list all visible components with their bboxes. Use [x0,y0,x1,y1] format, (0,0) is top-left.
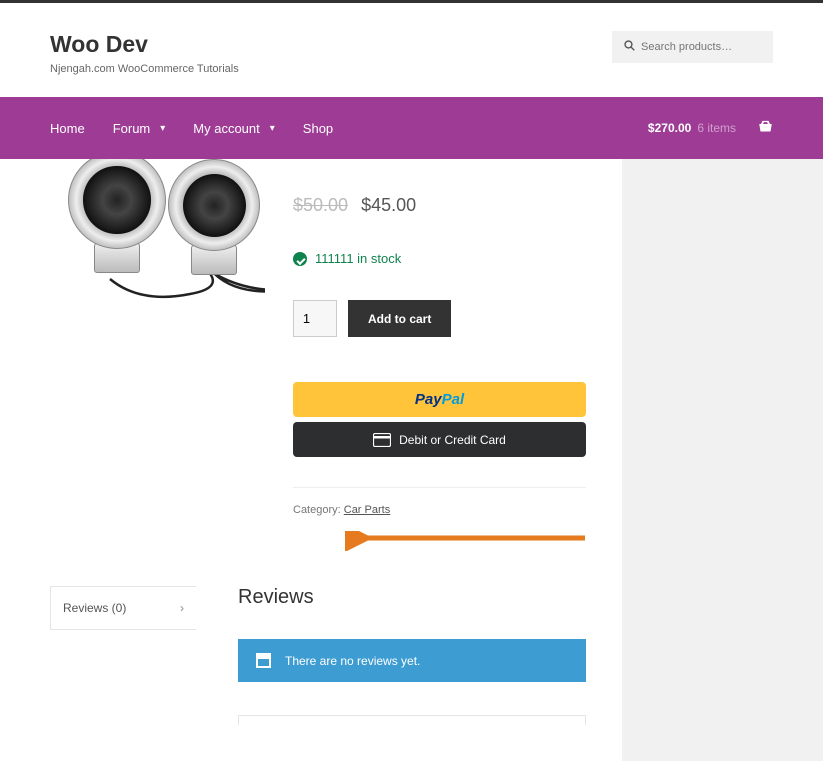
tab-label: Reviews (0) [63,601,126,615]
tab-reviews[interactable]: Reviews (0) › [50,586,196,630]
reviews-heading: Reviews [238,586,586,609]
divider [293,487,586,488]
stock-status: 111111 in stock [293,251,586,266]
price-row: $50.00 $45.00 [293,195,586,216]
debit-credit-button[interactable]: Debit or Credit Card [293,422,586,457]
add-to-cart-button[interactable]: Add to cart [348,300,451,337]
stock-text: 111111 in stock [315,251,401,266]
nav-label: Shop [303,121,333,136]
cart-total: $270.00 [648,121,691,135]
basket-icon [758,119,773,137]
quantity-stepper[interactable] [293,300,337,337]
nav-item-my-account[interactable]: My account ▾ [193,121,289,136]
chevron-down-icon: ▾ [270,123,275,134]
nav-item-forum[interactable]: Forum ▾ [113,121,180,136]
tab-panel-reviews: Reviews There are no reviews yet. [196,586,586,725]
debit-credit-label: Debit or Credit Card [399,433,506,447]
product-row: $50.00 $45.00 111111 in stock Add to car… [50,159,586,516]
nav-label: Home [50,121,85,136]
cart-summary[interactable]: $270.00 6 items [648,119,773,137]
site-header: Woo Dev Njengah.com WooCommerce Tutorial… [0,3,823,97]
site-search[interactable] [612,31,773,63]
paypal-button[interactable]: PayPal [293,382,586,417]
product-summary: $50.00 $45.00 111111 in stock Add to car… [293,159,586,516]
nav-label: Forum [113,121,151,136]
nav-label: My account [193,121,259,136]
cart-item-count: 6 items [697,121,736,135]
add-to-cart-form: Add to cart [293,300,586,337]
chevron-right-icon: › [180,601,184,615]
tabs-list: Reviews (0) › [50,586,196,725]
sale-price: $45.00 [361,195,416,215]
product-meta: Category: Car Parts [293,504,586,516]
nav-menu: Home Forum ▾ My account ▾ Shop [50,121,361,136]
review-form-top [238,715,586,725]
product-tabs: Reviews (0) › Reviews There are no revie… [50,586,586,725]
primary-nav: Home Forum ▾ My account ▾ Shop $270.00 6 i… [0,97,823,159]
site-branding: Woo Dev Njengah.com WooCommerce Tutorial… [50,31,239,75]
search-input[interactable] [641,41,761,53]
no-reviews-notice: There are no reviews yet. [238,639,586,682]
category-link[interactable]: Car Parts [344,504,390,516]
site-title[interactable]: Woo Dev [50,31,239,58]
paypal-logo-pal: Pal [442,391,465,408]
product-image-box [50,159,265,319]
product-image[interactable] [50,159,265,516]
old-price: $50.00 [293,195,348,215]
search-icon [624,40,635,54]
sidebar [622,159,823,761]
chevron-down-icon: ▾ [160,123,165,134]
category-prefix: Category: [293,504,344,516]
main-content: $50.00 $45.00 111111 in stock Add to car… [0,159,622,761]
nav-item-home[interactable]: Home [50,121,99,136]
window-icon [256,653,271,668]
no-reviews-text: There are no reviews yet. [285,654,420,668]
site-tagline: Njengah.com WooCommerce Tutorials [50,63,239,75]
credit-card-icon [373,433,391,447]
paypal-logo-pay: Pay [415,391,442,408]
checkmark-circle-icon [293,252,307,266]
nav-item-shop[interactable]: Shop [303,121,347,136]
